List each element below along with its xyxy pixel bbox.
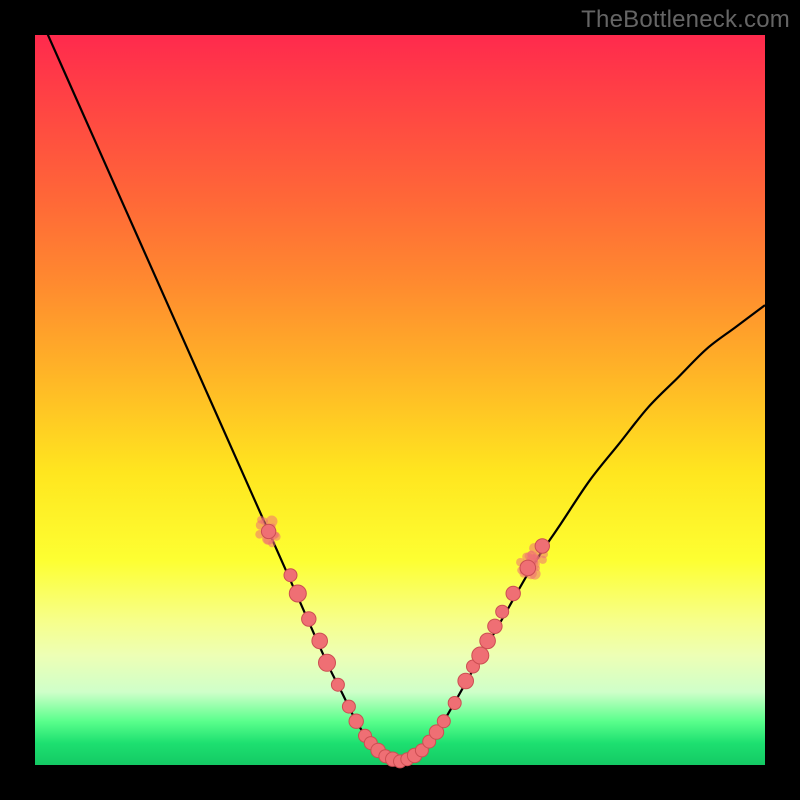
marker-dot — [488, 619, 502, 633]
marker-dot — [319, 654, 336, 671]
marker-dot — [448, 697, 461, 710]
marker-dot — [458, 673, 474, 689]
marker-dot — [261, 524, 275, 538]
marker-dot — [349, 714, 363, 728]
marker-dot — [535, 539, 549, 553]
marker-dot — [284, 569, 297, 582]
marker-dot — [506, 586, 520, 600]
plot-area — [35, 35, 765, 765]
marker-dot — [342, 700, 355, 713]
marker-dot — [289, 585, 306, 602]
marker-dot — [312, 633, 328, 649]
marker-dot — [472, 647, 489, 664]
marker-dot — [331, 678, 344, 691]
marker-dot — [302, 612, 316, 626]
bottleneck-curve — [35, 6, 765, 762]
marker-dot — [480, 633, 496, 649]
curve-svg — [35, 35, 765, 765]
chart-frame: TheBottleneck.com — [0, 0, 800, 800]
marker-fuzz — [257, 516, 265, 524]
marker-fuzz — [268, 540, 275, 547]
watermark-text: TheBottleneck.com — [581, 6, 790, 34]
marker-dots-group — [261, 524, 549, 768]
marker-dot — [437, 715, 450, 728]
marker-dot — [496, 605, 509, 618]
marker-fuzz-group — [255, 516, 548, 580]
marker-dot — [520, 560, 536, 576]
